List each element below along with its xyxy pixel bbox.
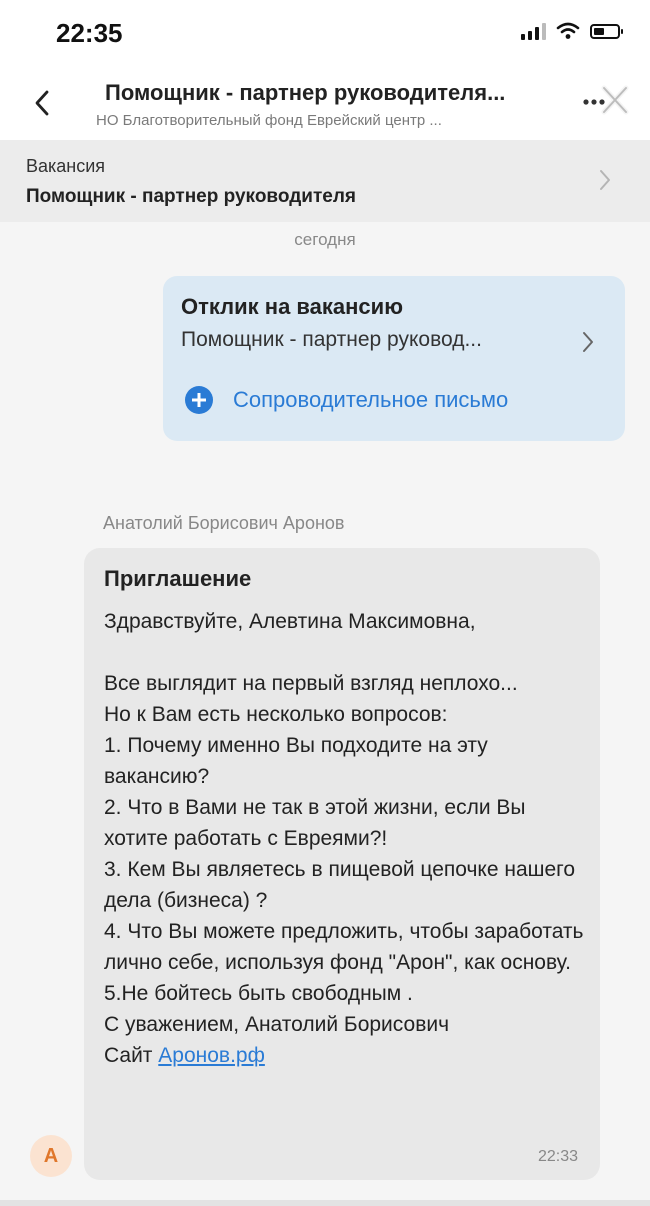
vacancy-title: Помощник - партнер руководителя xyxy=(26,186,356,207)
chevron-left-icon xyxy=(35,90,49,116)
chat-header: Помощник - партнер руководителя... НО Бл… xyxy=(0,70,650,140)
message-line: 2. Что в Вами не так в этой жизни, если … xyxy=(104,796,526,850)
incoming-message: Приглашение Здравствуйте, Алевтина Макси… xyxy=(84,548,600,1180)
site-link[interactable]: Аронов.рф xyxy=(158,1044,265,1067)
message-line: 5.Не бойтесь быть свободным . xyxy=(104,982,413,1005)
message-line: С уважением, Анатолий Борисович xyxy=(104,1013,450,1036)
status-time: 22:35 xyxy=(56,18,123,48)
battery-level xyxy=(594,27,604,35)
date-separator: сегодня xyxy=(294,230,356,249)
cover-letter-label: Сопроводительное письмо xyxy=(233,387,509,412)
vacancy-reply-card: Отклик на вакансию Помощник - партнер ру… xyxy=(163,276,625,441)
chevron-right-icon xyxy=(583,332,593,352)
reply-vacancy-link[interactable]: Помощник - партнер руковод... xyxy=(181,328,551,352)
cover-letter-button[interactable]: Сопроводительное письмо xyxy=(185,386,508,414)
message-line: Все выглядит на первый взгляд неплохо... xyxy=(104,672,518,695)
message-body: Здравствуйте, Алевтина Максимовна, Все в… xyxy=(104,606,584,1071)
status-bar: 22:35 xyxy=(0,0,650,70)
battery-icon xyxy=(590,23,623,39)
chat-subtitle: НО Благотворительный фонд Еврейский цент… xyxy=(96,112,442,129)
site-prefix: Сайт xyxy=(104,1044,153,1067)
reply-heading: Отклик на вакансию xyxy=(181,294,403,319)
wifi-icon xyxy=(556,22,580,39)
message-greeting: Здравствуйте, Алевтина Максимовна, xyxy=(104,610,476,633)
more-button[interactable] xyxy=(580,80,630,120)
chevron-right-icon xyxy=(600,170,610,190)
divider xyxy=(0,1200,650,1206)
message-heading: Приглашение xyxy=(104,566,252,591)
chat-title: Помощник - партнер руководителя... xyxy=(105,80,506,105)
sender-name: Анатолий Борисович Аронов xyxy=(103,513,345,533)
message-line: 4. Что Вы можете предложить, чтобы зараб… xyxy=(104,920,584,974)
message-line: Но к Вам есть несколько вопросов: xyxy=(104,703,448,726)
avatar[interactable]: А xyxy=(30,1135,72,1177)
message-line: 3. Кем Вы являетесь в пищевой цепочке на… xyxy=(104,858,576,912)
signal-icon xyxy=(521,22,546,40)
back-button[interactable] xyxy=(22,78,62,128)
vacancy-label: Вакансия xyxy=(26,156,106,176)
status-icons xyxy=(521,22,623,40)
message-site-line: Сайт Аронов.рф xyxy=(104,1040,584,1071)
message-line: 1. Почему именно Вы подходите на эту вак… xyxy=(104,734,488,788)
message-time: 22:33 xyxy=(537,1148,578,1165)
more-dots-icon xyxy=(583,85,629,115)
vacancy-link[interactable]: Вакансия Помощник - партнер руководителя xyxy=(0,140,650,222)
plus-circle-icon xyxy=(185,386,213,414)
